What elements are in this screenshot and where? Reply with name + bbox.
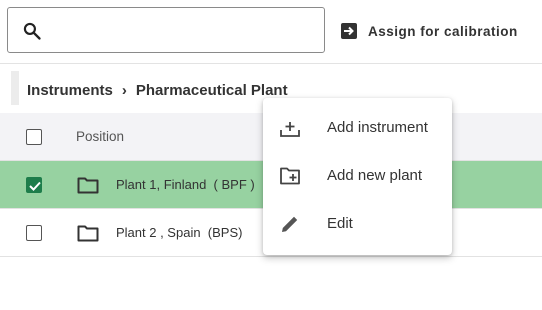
menu-item-edit[interactable]: Edit: [263, 200, 452, 248]
column-header-position[interactable]: Position: [76, 129, 124, 144]
menu-item-label: Edit: [327, 215, 353, 232]
row-name: Plant 2 , Spain (BPS): [116, 225, 243, 240]
breadcrumb-marker: [11, 71, 19, 105]
breadcrumb-item-current[interactable]: Pharmaceutical Plant: [136, 82, 288, 99]
breadcrumb: Instruments › Pharmaceutical Plant: [27, 80, 288, 100]
search-input[interactable]: [52, 16, 316, 46]
add-folder-icon: [280, 167, 300, 185]
context-menu: Add instrument Add new plant Edit: [263, 98, 452, 255]
row-checkbox[interactable]: [26, 225, 42, 241]
menu-item-add-instrument[interactable]: Add instrument: [263, 104, 452, 152]
menu-item-label: Add instrument: [327, 119, 428, 136]
search-box[interactable]: [7, 7, 325, 53]
folder-icon: [77, 225, 99, 242]
add-instrument-icon: [280, 122, 300, 137]
menu-item-add-new-plant[interactable]: Add new plant: [263, 152, 452, 200]
menu-item-label: Add new plant: [327, 167, 423, 184]
chevron-right-icon: ›: [121, 81, 127, 99]
assign-for-calibration-label: Assign for calibration: [368, 23, 518, 39]
toolbar-divider: [0, 63, 542, 64]
assign-icon: [341, 23, 357, 39]
breadcrumb-item-instruments[interactable]: Instruments: [27, 82, 113, 99]
select-all-checkbox[interactable]: [26, 129, 42, 145]
pencil-icon: [282, 216, 298, 232]
row-checkbox[interactable]: [26, 177, 42, 193]
folder-icon: [77, 177, 99, 194]
row-name: Plant 1, Finland ( BPF ): [116, 177, 255, 192]
search-icon: [23, 22, 41, 40]
assign-for-calibration-button[interactable]: Assign for calibration: [340, 19, 518, 43]
checkmark-icon: [29, 181, 41, 191]
